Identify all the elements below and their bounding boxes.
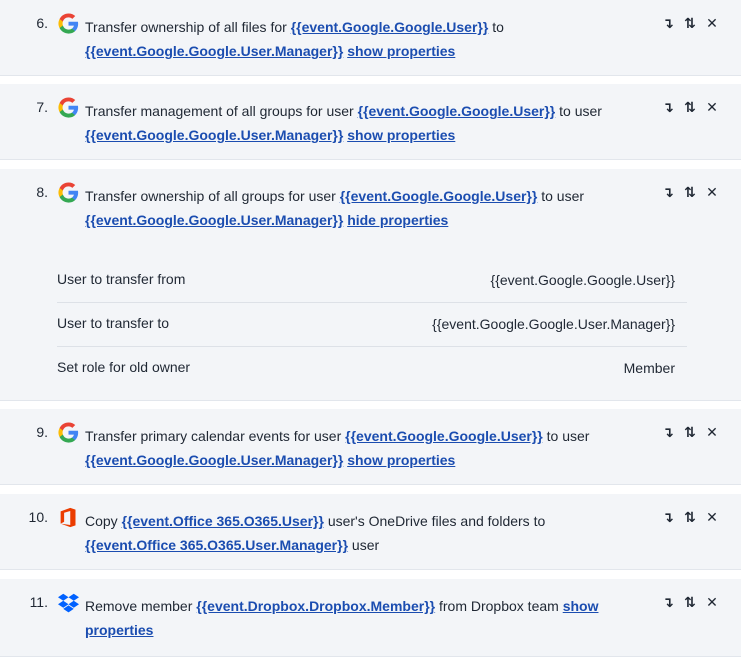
variable-member[interactable]: {{event.Dropbox.Dropbox.Member}}	[196, 598, 435, 614]
step-text: from Dropbox team	[438, 598, 559, 614]
property-value: Member	[623, 360, 675, 376]
step-text: to user	[559, 103, 602, 119]
close-icon[interactable]: ✕	[705, 15, 719, 32]
close-icon[interactable]: ✕	[705, 99, 719, 116]
property-label: Set role for old owner	[57, 359, 191, 375]
step-card-7: 7. Transfer management of all groups for…	[0, 84, 741, 160]
property-label: User to transfer from	[57, 271, 186, 287]
close-icon[interactable]: ✕	[705, 594, 719, 611]
property-row: User to transfer to {{event.Google.Googl…	[57, 303, 687, 347]
step-actions: ↴ ⇅ ✕	[661, 424, 719, 441]
close-icon[interactable]: ✕	[705, 184, 719, 201]
step-card-8: 8. Transfer ownership of all groups for …	[0, 169, 741, 401]
step-description: Transfer ownership of all groups for use…	[85, 184, 645, 232]
step-text: to	[492, 19, 504, 35]
properties-table: User to transfer from {{event.Google.Goo…	[57, 259, 687, 391]
step-number: 11.	[29, 594, 48, 610]
step-card-11: 11. Remove member {{event.Dropbox.Dropbo…	[0, 579, 741, 657]
move-down-icon[interactable]: ↴	[661, 509, 675, 526]
hide-properties-link[interactable]: hide properties	[347, 212, 448, 228]
variable-manager[interactable]: {{event.Google.Google.User.Manager}}	[85, 127, 343, 143]
reorder-icon[interactable]: ⇅	[683, 424, 697, 441]
step-number: 10.	[28, 509, 48, 525]
move-down-icon[interactable]: ↴	[661, 99, 675, 116]
move-down-icon[interactable]: ↴	[661, 15, 675, 32]
step-text: Remove member	[85, 598, 193, 614]
google-icon	[58, 182, 79, 203]
reorder-icon[interactable]: ⇅	[683, 15, 697, 32]
google-icon	[58, 97, 79, 118]
variable-user[interactable]: {{event.Google.Google.User}}	[345, 428, 543, 444]
step-actions: ↴ ⇅ ✕	[661, 15, 719, 32]
property-label: User to transfer to	[57, 315, 170, 331]
reorder-icon[interactable]: ⇅	[683, 509, 697, 526]
property-row: User to transfer from {{event.Google.Goo…	[57, 259, 687, 303]
reorder-icon[interactable]: ⇅	[683, 184, 697, 201]
step-text: user's OneDrive files and folders to	[327, 513, 546, 529]
step-text: Transfer ownership of all files for	[85, 19, 287, 35]
move-down-icon[interactable]: ↴	[661, 184, 675, 201]
step-text: Copy	[85, 513, 118, 529]
show-properties-link[interactable]: show properties	[347, 452, 455, 468]
property-value: {{event.Google.Google.User.Manager}}	[432, 316, 675, 332]
step-actions: ↴ ⇅ ✕	[661, 594, 719, 611]
google-icon	[58, 13, 79, 34]
step-description: Transfer management of all groups for us…	[85, 99, 645, 147]
move-down-icon[interactable]: ↴	[661, 424, 675, 441]
google-icon	[58, 422, 79, 443]
step-card-6: 6. Transfer ownership of all files for {…	[0, 0, 741, 76]
reorder-icon[interactable]: ⇅	[683, 594, 697, 611]
dropbox-icon	[58, 593, 79, 613]
variable-user[interactable]: {{event.Google.Google.User}}	[291, 19, 489, 35]
step-description: Transfer primary calendar events for use…	[85, 424, 645, 472]
step-description: Copy {{event.Office 365.O365.User}} user…	[85, 509, 645, 557]
variable-user[interactable]: {{event.Office 365.O365.User}}	[122, 513, 324, 529]
office-365-icon	[60, 507, 76, 528]
move-down-icon[interactable]: ↴	[661, 594, 675, 611]
variable-manager[interactable]: {{event.Google.Google.User.Manager}}	[85, 452, 343, 468]
workflow-step-list: 6. Transfer ownership of all files for {…	[0, 0, 743, 659]
step-actions: ↴ ⇅ ✕	[661, 509, 719, 526]
property-value: {{event.Google.Google.User}}	[490, 272, 675, 288]
step-number: 7.	[36, 99, 48, 115]
step-text: user	[351, 537, 380, 553]
step-actions: ↴ ⇅ ✕	[661, 184, 719, 201]
variable-user[interactable]: {{event.Google.Google.User}}	[340, 188, 538, 204]
step-text: Transfer primary calendar events for use…	[85, 428, 342, 444]
step-card-10: 10. Copy {{event.Office 365.O365.User}} …	[0, 494, 741, 570]
property-row: Set role for old owner Member	[57, 347, 687, 391]
variable-manager[interactable]: {{event.Office 365.O365.User.Manager}}	[85, 537, 348, 553]
step-text: to user	[546, 428, 590, 444]
step-number: 8.	[36, 184, 48, 200]
show-properties-link[interactable]: show properties	[347, 43, 455, 59]
reorder-icon[interactable]: ⇅	[683, 99, 697, 116]
step-text: Transfer ownership of all groups for use…	[85, 188, 336, 204]
step-description: Transfer ownership of all files for {{ev…	[85, 15, 645, 63]
close-icon[interactable]: ✕	[705, 509, 719, 526]
variable-manager[interactable]: {{event.Google.Google.User.Manager}}	[85, 43, 343, 59]
step-number: 6.	[36, 15, 48, 31]
variable-manager[interactable]: {{event.Google.Google.User.Manager}}	[85, 212, 343, 228]
step-description: Remove member {{event.Dropbox.Dropbox.Me…	[85, 594, 645, 642]
step-card-9: 9. Transfer primary calendar events for …	[0, 409, 741, 485]
variable-user[interactable]: {{event.Google.Google.User}}	[358, 103, 556, 119]
step-number: 9.	[36, 424, 48, 440]
step-actions: ↴ ⇅ ✕	[661, 99, 719, 116]
show-properties-link[interactable]: show properties	[347, 127, 455, 143]
step-text: to user	[541, 188, 585, 204]
close-icon[interactable]: ✕	[705, 424, 719, 441]
step-text: Transfer management of all groups for us…	[85, 103, 354, 119]
